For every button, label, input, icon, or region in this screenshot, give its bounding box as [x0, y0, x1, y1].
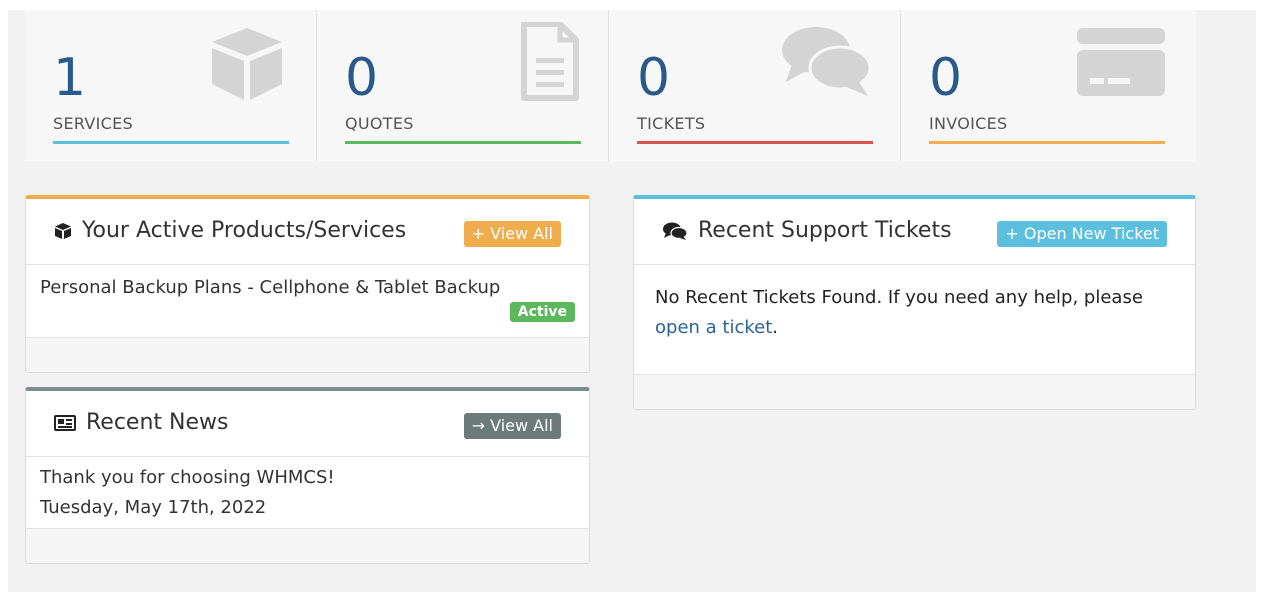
invoices-underline: [929, 141, 1165, 144]
status-badge: Active: [509, 302, 575, 322]
view-all-services-button[interactable]: + View All: [463, 221, 561, 247]
news-item[interactable]: Thank you for choosing WHMCS! Tuesday, M…: [26, 457, 589, 529]
panel-title: Recent Support Tickets: [698, 218, 952, 243]
file-icon: [520, 21, 580, 106]
services-underline: [53, 141, 289, 144]
invoices-label: INVOICES: [929, 114, 1008, 133]
tile-tickets[interactable]: 0 TICKETS: [609, 10, 901, 161]
plus-icon: +: [471, 224, 486, 243]
panel-header: Your Active Products/Services + View All: [26, 199, 589, 265]
comments-icon: [662, 221, 688, 241]
plus-icon: +: [1005, 224, 1019, 243]
news-date: Tuesday, May 17th, 2022: [40, 497, 267, 518]
services-label: SERVICES: [53, 114, 134, 133]
open-new-ticket-button[interactable]: + Open New Ticket: [997, 221, 1167, 247]
quotes-label: QUOTES: [345, 114, 414, 133]
panel-footer: [26, 337, 589, 372]
tile-quotes[interactable]: 0 QUOTES: [317, 10, 609, 161]
panel-title: Recent News: [86, 410, 229, 435]
product-list-item[interactable]: Personal Backup Plans - Cellphone & Tabl…: [26, 265, 589, 337]
product-name: Personal Backup Plans - Cellphone & Tabl…: [40, 277, 501, 298]
comments-icon: [780, 24, 872, 102]
news-headline: Thank you for choosing WHMCS!: [40, 467, 335, 488]
recent-tickets-panel: Recent Support Tickets + Open New Ticket…: [633, 195, 1196, 410]
panel-title: Your Active Products/Services: [82, 218, 407, 243]
recent-news-panel: Recent News → View All Thank you for cho…: [25, 387, 590, 564]
tickets-underline: [637, 141, 873, 144]
tile-services[interactable]: 1 SERVICES: [25, 10, 317, 161]
newspaper-icon: [54, 414, 76, 431]
stat-tiles: 1 SERVICES 0 QUOTES 0 TICKETS 0 INVOICES: [25, 10, 1196, 161]
cube-icon: [206, 22, 288, 108]
view-all-news-button[interactable]: → View All: [463, 413, 561, 439]
panel-header: Recent Support Tickets + Open New Ticket: [634, 199, 1195, 265]
panel-footer: [26, 528, 589, 563]
panel-footer: [634, 374, 1195, 409]
panel-header: Recent News → View All: [26, 391, 589, 457]
tickets-count: 0: [637, 48, 671, 108]
quotes-count: 0: [345, 48, 379, 108]
tickets-body: No Recent Tickets Found. If you need any…: [634, 265, 1195, 377]
active-products-panel: Your Active Products/Services + View All…: [25, 195, 590, 373]
tile-invoices[interactable]: 0 INVOICES: [901, 10, 1194, 161]
services-count: 1: [53, 48, 87, 108]
tickets-label: TICKETS: [637, 114, 706, 133]
arrow-right-icon: →: [471, 416, 486, 435]
credit-card-icon: [1076, 26, 1166, 102]
no-tickets-message: No Recent Tickets Found. If you need any…: [655, 287, 1143, 338]
quotes-underline: [345, 141, 581, 144]
invoices-count: 0: [929, 48, 963, 108]
open-ticket-link[interactable]: open a ticket: [655, 317, 772, 338]
dashboard-canvas: 1 SERVICES 0 QUOTES 0 TICKETS 0 INVOICES…: [8, 10, 1256, 592]
cube-icon: [54, 222, 72, 240]
